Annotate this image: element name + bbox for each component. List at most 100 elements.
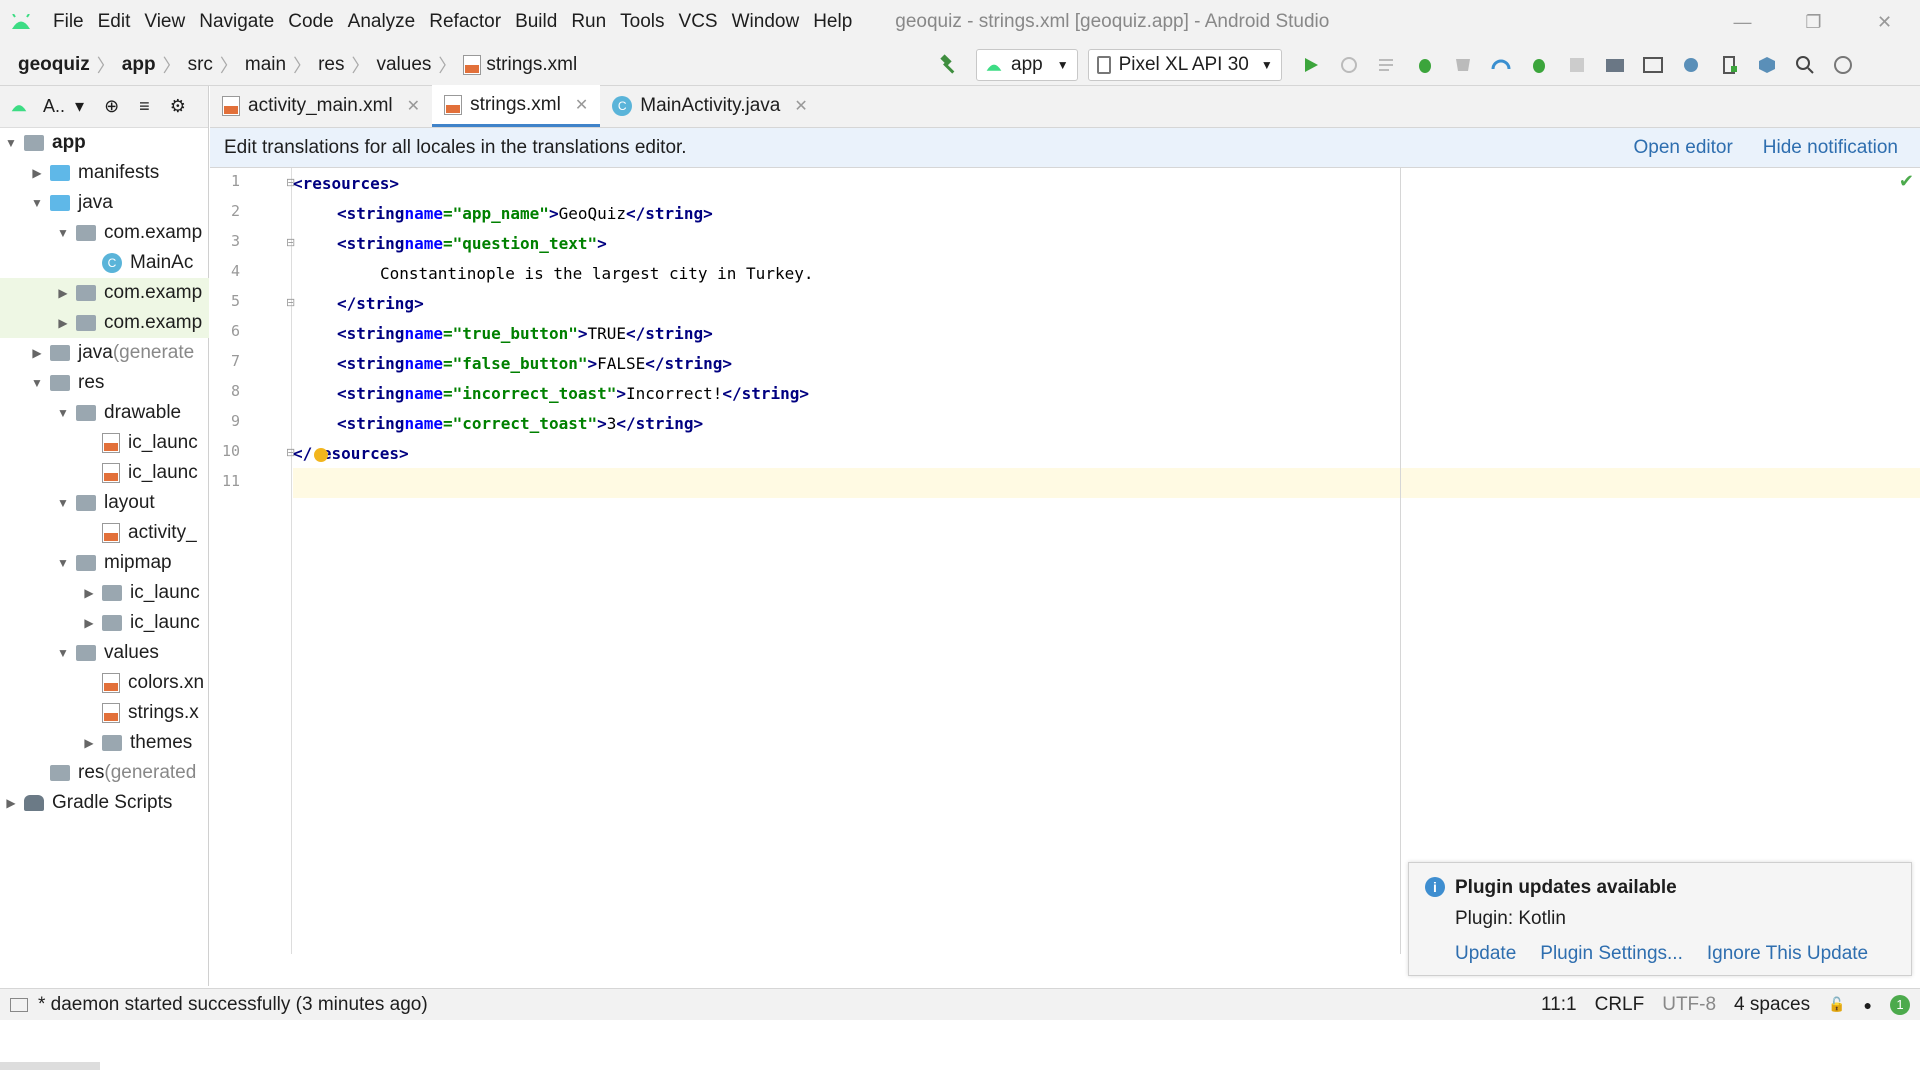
inspection-ok-check-icon[interactable]: ✔ — [1899, 171, 1914, 192]
menu-navigate[interactable]: Navigate — [192, 11, 281, 33]
breadcrumb-src[interactable]: src — [188, 54, 213, 76]
menu-tools[interactable]: Tools — [613, 11, 671, 33]
tab-strings-xml[interactable]: strings.xml ✕ — [432, 85, 601, 127]
lock-icon[interactable]: 🔓 — [1828, 996, 1845, 1013]
tree-item-res-generated[interactable]: res (generated — [0, 758, 209, 788]
coverage-icon[interactable] — [1448, 50, 1478, 80]
lightbulb-icon[interactable] — [314, 448, 328, 462]
tree-item-activity-main[interactable]: activity_ — [0, 518, 209, 548]
collapsed-arrow-icon[interactable]: ▶ — [82, 586, 96, 600]
attach-debugger-icon[interactable] — [1524, 50, 1554, 80]
account-icon[interactable] — [1828, 50, 1858, 80]
build-hammer-icon[interactable] — [934, 50, 964, 80]
event-log-badge[interactable]: 1 — [1890, 994, 1910, 1015]
tree-item-values[interactable]: ▼ values — [0, 638, 209, 668]
minimize-icon[interactable]: — — [1707, 0, 1778, 44]
collapsed-arrow-icon[interactable]: ▶ — [30, 346, 44, 360]
menu-refactor[interactable]: Refactor — [422, 11, 508, 33]
menu-help[interactable]: Help — [806, 11, 859, 33]
menu-window[interactable]: Window — [725, 11, 807, 33]
line-separator[interactable]: CRLF — [1595, 994, 1645, 1016]
profile-icon[interactable] — [1486, 50, 1516, 80]
tree-item-package-android-test[interactable]: ▶ com.examp — [0, 278, 209, 308]
close-tab-icon[interactable]: ✕ — [407, 96, 420, 116]
run-config-select[interactable]: app ▼ — [976, 49, 1078, 81]
restore-icon[interactable]: ❐ — [1778, 0, 1849, 44]
breadcrumb-main[interactable]: main — [245, 54, 286, 76]
stop-icon[interactable] — [1562, 50, 1592, 80]
inspector-icon[interactable]: ● — [1864, 997, 1872, 1013]
menu-view[interactable]: View — [137, 11, 192, 33]
tree-item-manifests[interactable]: ▶ manifests — [0, 158, 209, 188]
collapsed-arrow-icon[interactable]: ▶ — [56, 286, 70, 300]
menu-analyze[interactable]: Analyze — [341, 11, 423, 33]
menu-file[interactable]: File — [46, 11, 91, 33]
avd-manager-icon[interactable] — [1714, 50, 1744, 80]
tree-item-layout[interactable]: ▼ layout — [0, 488, 209, 518]
close-tab-icon[interactable]: ✕ — [575, 95, 588, 115]
indent-setting[interactable]: 4 spaces — [1734, 994, 1810, 1016]
tree-item-java[interactable]: ▼ java — [0, 188, 209, 218]
tree-item-package[interactable]: ▼ com.examp — [0, 218, 209, 248]
collapsed-arrow-icon[interactable]: ▶ — [82, 736, 96, 750]
tool-window-toggle-icon[interactable] — [10, 997, 28, 1012]
expanded-arrow-icon[interactable]: ▼ — [4, 136, 18, 150]
settings-gear-icon[interactable]: ⚙ — [170, 96, 186, 117]
breadcrumb-strings-xml[interactable]: strings.xml — [486, 54, 577, 76]
locate-file-icon[interactable]: ⊕ — [104, 96, 119, 117]
sdk-manager-icon[interactable] — [1752, 50, 1782, 80]
project-structure-icon[interactable] — [1600, 50, 1630, 80]
tree-item-mipmap[interactable]: ▼ mipmap — [0, 548, 209, 578]
menu-run[interactable]: Run — [564, 11, 613, 33]
tree-item-ic-launcher-background[interactable]: ic_launc — [0, 428, 209, 458]
menu-build[interactable]: Build — [508, 11, 564, 33]
tree-item-ic-launcher[interactable]: ▶ ic_launc — [0, 578, 209, 608]
expanded-arrow-icon[interactable]: ▼ — [56, 646, 70, 660]
update-link[interactable]: Update — [1455, 943, 1516, 965]
apply-changes-icon[interactable] — [1334, 50, 1364, 80]
expanded-arrow-icon[interactable]: ▼ — [30, 376, 44, 390]
tree-item-gradle-scripts[interactable]: ▶ Gradle Scripts — [0, 788, 209, 818]
tab-mainactivity-java[interactable]: C MainActivity.java ✕ — [600, 85, 820, 127]
tree-item-res[interactable]: ▼ res — [0, 368, 209, 398]
tree-item-java-generated[interactable]: ▶ java (generate — [0, 338, 209, 368]
collapse-all-icon[interactable]: ≡ — [139, 96, 150, 117]
tree-item-mainactivity[interactable]: C MainAc — [0, 248, 209, 278]
menu-edit[interactable]: Edit — [91, 11, 138, 33]
expanded-arrow-icon[interactable]: ▼ — [30, 196, 44, 210]
expanded-arrow-icon[interactable]: ▼ — [56, 496, 70, 510]
sync-gradle-icon[interactable] — [1676, 50, 1706, 80]
apply-code-changes-icon[interactable] — [1372, 50, 1402, 80]
plugin-settings-link[interactable]: Plugin Settings... — [1540, 943, 1683, 965]
tree-item-ic-launcher-foreground[interactable]: ic_launc — [0, 458, 209, 488]
run-icon[interactable] — [1296, 50, 1326, 80]
tab-activity-main-xml[interactable]: activity_main.xml ✕ — [210, 85, 432, 127]
collapsed-arrow-icon[interactable]: ▶ — [56, 316, 70, 330]
expanded-arrow-icon[interactable]: ▼ — [56, 406, 70, 420]
expanded-arrow-icon[interactable]: ▼ — [56, 556, 70, 570]
collapsed-arrow-icon[interactable]: ▶ — [82, 616, 96, 630]
debug-icon[interactable] — [1410, 50, 1440, 80]
device-manager-icon[interactable] — [1638, 50, 1668, 80]
device-select[interactable]: Pixel XL API 30 ▼ — [1087, 49, 1282, 81]
breadcrumb-app[interactable]: app — [122, 54, 156, 76]
file-encoding[interactable]: UTF-8 — [1662, 994, 1716, 1016]
close-tab-icon[interactable]: ✕ — [794, 96, 807, 116]
search-icon[interactable] — [1790, 50, 1820, 80]
tree-item-strings-xml[interactable]: strings.x — [0, 698, 209, 728]
collapsed-arrow-icon[interactable]: ▶ — [30, 166, 44, 180]
tree-item-app[interactable]: ▼ app — [0, 128, 209, 158]
code-editor[interactable]: < resources > < string name = "app_name" > GeoQ… — [293, 168, 1920, 954]
collapsed-arrow-icon[interactable]: ▶ — [4, 796, 18, 810]
open-editor-link[interactable]: Open editor — [1634, 137, 1733, 159]
tree-item-ic-launcher-round[interactable]: ▶ ic_launc — [0, 608, 209, 638]
menu-vcs[interactable]: VCS — [672, 11, 725, 33]
caret-position[interactable]: 11:1 — [1541, 994, 1577, 1016]
breadcrumb-values[interactable]: values — [376, 54, 431, 76]
status-message[interactable]: * daemon started successfully (3 minutes… — [38, 994, 428, 1016]
menu-code[interactable]: Code — [281, 11, 340, 33]
close-icon[interactable]: ✕ — [1849, 0, 1920, 44]
tree-item-colors-xml[interactable]: colors.xn — [0, 668, 209, 698]
ignore-update-link[interactable]: Ignore This Update — [1707, 943, 1868, 965]
tree-item-drawable[interactable]: ▼ drawable — [0, 398, 209, 428]
